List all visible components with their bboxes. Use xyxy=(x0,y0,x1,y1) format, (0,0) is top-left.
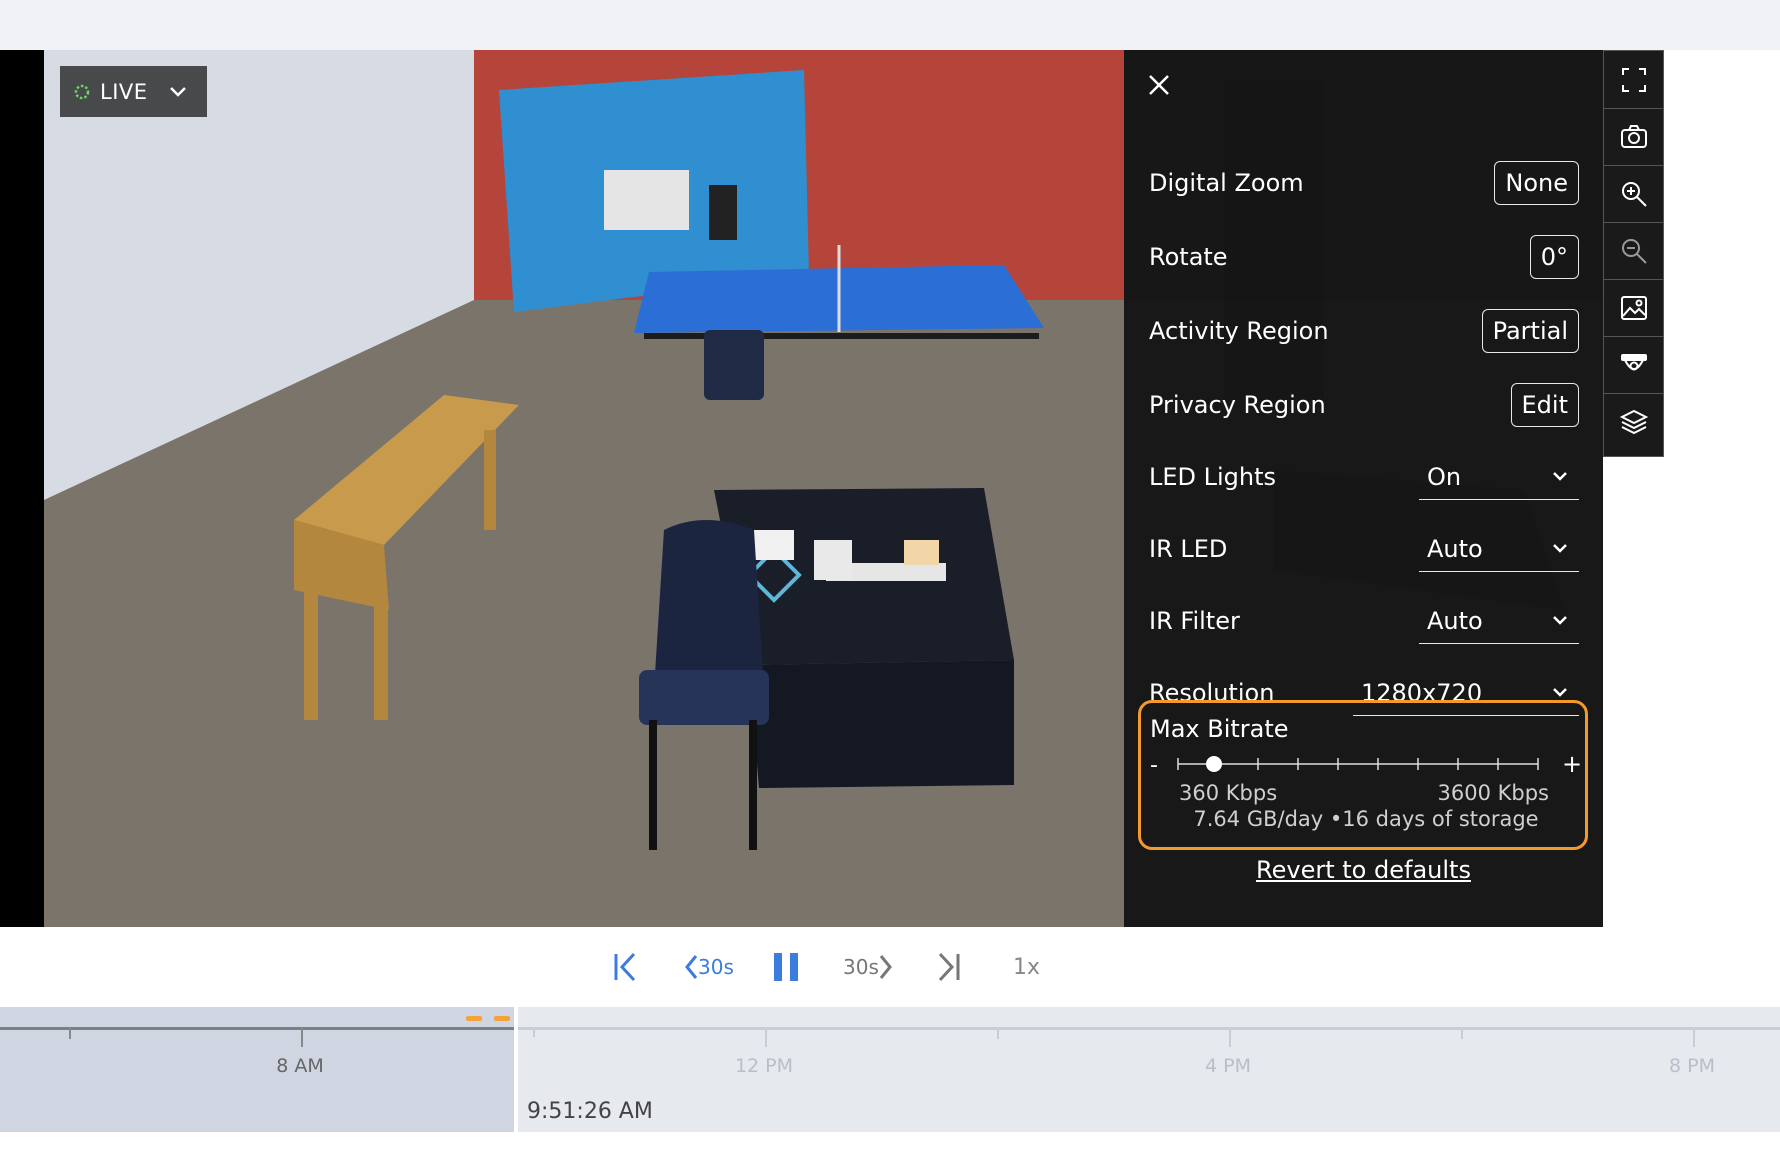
max-bitrate-slider[interactable]: - + xyxy=(1150,745,1582,785)
zoom-in-icon xyxy=(1621,181,1647,207)
image-icon xyxy=(1620,295,1647,320)
bitrate-plus[interactable]: + xyxy=(1562,750,1582,778)
max-bitrate-group: Max Bitrate - + 360 Kbps 3600 Kbps 7.64 … xyxy=(1138,700,1588,850)
led-lights-select[interactable]: On xyxy=(1419,454,1579,500)
live-indicator-icon xyxy=(74,84,90,99)
layers-button[interactable] xyxy=(1604,393,1663,450)
setting-label: Activity Region xyxy=(1149,317,1329,345)
ir-filter-select[interactable]: Auto xyxy=(1419,598,1579,644)
playback-controls: 30s 30s 1x xyxy=(0,927,1780,1007)
privacy-region-edit-button[interactable]: Edit xyxy=(1510,383,1579,427)
setting-label: Privacy Region xyxy=(1149,391,1326,419)
dome-camera-icon xyxy=(1620,353,1647,370)
timeline-label: 8 PM xyxy=(1669,1055,1715,1077)
layers-icon xyxy=(1619,409,1648,434)
timeline-tick xyxy=(69,1027,71,1039)
skip-to-live-button[interactable] xyxy=(934,949,962,985)
chevron-down-icon xyxy=(1553,472,1567,481)
setting-ir-filter: IR Filter Auto xyxy=(1149,593,1579,649)
playback-speed-button[interactable]: 1x xyxy=(1013,949,1040,985)
activity-region-button[interactable]: Partial xyxy=(1481,309,1579,353)
select-value: On xyxy=(1427,462,1462,491)
timeline-recorded-segment xyxy=(0,1007,514,1132)
chevron-down-icon xyxy=(1553,544,1567,553)
setting-privacy-region: Privacy Region Edit xyxy=(1149,377,1579,433)
slider-thumb[interactable] xyxy=(1206,756,1222,772)
zoom-out-button[interactable] xyxy=(1604,222,1663,280)
pause-button[interactable] xyxy=(772,949,800,985)
setting-led-lights: LED Lights On xyxy=(1149,449,1579,505)
bitrate-max-label: 3600 Kbps xyxy=(1437,781,1550,805)
skip-forward-icon xyxy=(938,952,960,982)
live-label: LIVE xyxy=(100,79,148,104)
forward-30s-label: 30s xyxy=(843,955,879,979)
fullscreen-icon xyxy=(1621,67,1646,92)
setting-label: IR LED xyxy=(1149,535,1228,563)
camera-icon xyxy=(1620,124,1647,148)
chevron-left-icon xyxy=(685,955,698,979)
select-value: Auto xyxy=(1427,606,1483,635)
camera-feed[interactable] xyxy=(44,50,1124,927)
video-toolbar xyxy=(1603,50,1664,457)
timeline-axis-future xyxy=(518,1027,1780,1030)
timeline-tick xyxy=(997,1027,999,1039)
chevron-down-icon xyxy=(1553,688,1567,697)
zoom-out-icon xyxy=(1621,238,1647,264)
back-30s-label: 30s xyxy=(698,955,734,979)
rotate-button[interactable]: 0° xyxy=(1529,235,1579,279)
timeline-label: 12 PM xyxy=(734,1055,794,1077)
revert-to-defaults-link[interactable]: Revert to defaults xyxy=(1124,856,1603,884)
page-footer xyxy=(0,1132,1780,1164)
max-bitrate-label: Max Bitrate xyxy=(1150,715,1289,743)
playback-speed-label: 1x xyxy=(1013,954,1041,980)
camera-settings-button[interactable] xyxy=(1604,336,1663,394)
timeline-axis-past xyxy=(0,1027,514,1030)
timeline-tick xyxy=(533,1027,535,1037)
select-value: Auto xyxy=(1427,534,1483,563)
skip-back-icon xyxy=(614,952,636,982)
video-player: LIVE Digital Zoom None Rotate 0° Activit… xyxy=(0,50,1780,927)
skip-to-start-button[interactable] xyxy=(612,949,640,985)
timeline-tick xyxy=(1461,1027,1463,1039)
timeline-tick xyxy=(765,1027,767,1047)
fullscreen-button[interactable] xyxy=(1604,51,1663,109)
setting-label: IR Filter xyxy=(1149,607,1240,635)
timeline[interactable]: 8 AM 12 PM 4 PM 8 PM 9:51:26 AM xyxy=(0,1007,1780,1132)
image-button[interactable] xyxy=(1604,279,1663,337)
timeline-tick xyxy=(1693,1027,1695,1047)
timeline-playhead[interactable] xyxy=(514,1007,518,1132)
zoom-in-button[interactable] xyxy=(1604,165,1663,223)
setting-label: Rotate xyxy=(1149,243,1228,271)
camera-settings-panel: Digital Zoom None Rotate 0° Activity Reg… xyxy=(1124,50,1603,927)
setting-label: Digital Zoom xyxy=(1149,169,1304,197)
setting-rotate: Rotate 0° xyxy=(1149,229,1579,285)
pause-icon xyxy=(774,953,798,981)
ir-led-select[interactable]: Auto xyxy=(1419,526,1579,572)
bitrate-minus[interactable]: - xyxy=(1150,753,1158,778)
back-30s-button[interactable]: 30s xyxy=(684,949,734,985)
chevron-right-icon xyxy=(879,955,892,979)
chevron-down-icon xyxy=(1553,616,1567,625)
setting-ir-led: IR LED Auto xyxy=(1149,521,1579,577)
timeline-tick xyxy=(301,1027,303,1047)
live-dropdown[interactable]: LIVE xyxy=(60,66,207,117)
event-marker[interactable] xyxy=(494,1016,510,1021)
current-time: 9:51:26 AM xyxy=(527,1099,653,1124)
close-icon[interactable] xyxy=(1144,70,1174,100)
timeline-label: 4 PM xyxy=(1205,1055,1251,1077)
snapshot-button[interactable] xyxy=(1604,108,1663,166)
event-marker[interactable] xyxy=(466,1016,482,1021)
setting-activity-region: Activity Region Partial xyxy=(1149,303,1579,359)
setting-label: LED Lights xyxy=(1149,463,1277,491)
chevron-down-icon xyxy=(169,86,186,97)
timeline-tick xyxy=(1229,1027,1231,1047)
forward-30s-button[interactable]: 30s xyxy=(843,949,893,985)
bitrate-range: 360 Kbps 3600 Kbps xyxy=(1179,781,1549,805)
timeline-label: 8 AM xyxy=(276,1055,324,1077)
top-bar xyxy=(0,0,1780,50)
setting-digital-zoom: Digital Zoom None xyxy=(1149,155,1579,211)
storage-estimate: 7.64 GB/day •16 days of storage xyxy=(1193,807,1539,831)
digital-zoom-button[interactable]: None xyxy=(1494,161,1579,205)
bitrate-min-label: 360 Kbps xyxy=(1179,781,1278,805)
